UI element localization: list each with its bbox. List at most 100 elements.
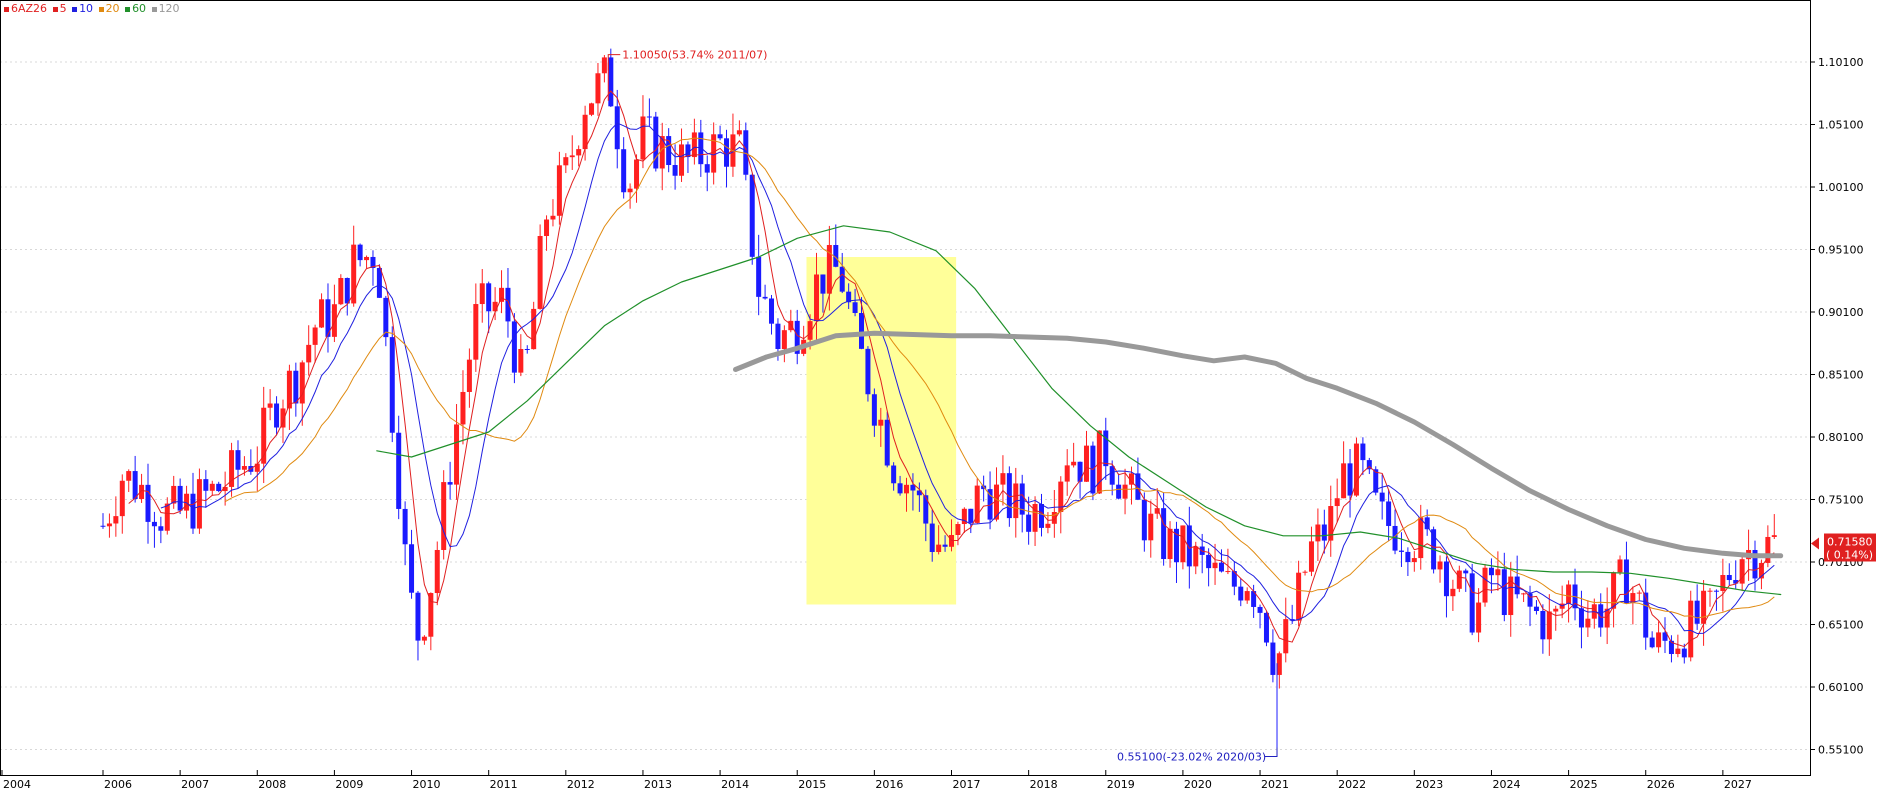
candle-body xyxy=(1026,514,1032,532)
candle-body xyxy=(1617,559,1623,573)
x-tick-label: 2025 xyxy=(1570,778,1598,791)
candle-body xyxy=(1238,586,1244,601)
candle-body xyxy=(904,484,910,494)
candle-body xyxy=(955,524,961,535)
candle-body xyxy=(968,508,974,523)
candle-body xyxy=(556,165,562,216)
legend-ma-120: 120 xyxy=(158,2,180,15)
candle-body xyxy=(1225,571,1231,573)
candle-body xyxy=(216,483,222,492)
candle-body xyxy=(1418,517,1424,559)
y-tick-label: 1.05100 xyxy=(1818,119,1864,132)
candle-body xyxy=(396,432,402,509)
candle-body xyxy=(724,138,730,167)
candle-body xyxy=(640,116,646,160)
candle-body xyxy=(646,116,652,118)
candle-body xyxy=(1713,590,1719,592)
candle-body xyxy=(1553,608,1559,612)
x-tick-label: 2018 xyxy=(1030,778,1058,791)
y-tick-label: 0.80100 xyxy=(1818,431,1864,444)
candle-body xyxy=(421,636,427,641)
candle-body xyxy=(897,483,903,494)
candle-body xyxy=(151,521,157,527)
candle-body xyxy=(1681,648,1687,658)
candle-body xyxy=(544,219,550,237)
candle-body xyxy=(1398,550,1404,552)
candle-body xyxy=(717,134,723,139)
candle-body xyxy=(569,155,575,158)
candle-body xyxy=(402,508,408,545)
candle-body xyxy=(511,321,517,373)
candle-body xyxy=(383,297,389,338)
candle-body xyxy=(1771,535,1777,537)
candle-body xyxy=(1071,461,1077,466)
candle-body xyxy=(126,471,132,481)
candle-body xyxy=(409,544,415,593)
candle-body xyxy=(1109,466,1115,485)
x-tick-label: 2016 xyxy=(875,778,903,791)
candle-body xyxy=(595,73,601,104)
candle-body xyxy=(171,485,177,504)
candle-body xyxy=(1469,573,1475,633)
x-tick-label: 2006 xyxy=(104,778,132,791)
candle-body xyxy=(119,480,125,517)
candle-body xyxy=(1405,551,1411,563)
candle-body xyxy=(460,391,466,425)
low-annotation: 0.55100(-23.02% 2020/03) xyxy=(1117,751,1266,764)
candle-body xyxy=(132,471,138,499)
candle-body xyxy=(196,479,202,529)
candle-body xyxy=(576,149,582,156)
candle-body xyxy=(1578,608,1584,628)
candle-body xyxy=(1675,648,1681,655)
candle-body xyxy=(209,483,215,491)
candle-body xyxy=(923,495,929,524)
candle-body xyxy=(454,424,460,485)
candle-body xyxy=(312,327,318,345)
candle-body xyxy=(1270,642,1276,675)
candle-body xyxy=(1218,562,1224,572)
candle-body xyxy=(936,544,942,553)
candle-body xyxy=(524,348,530,350)
candle-body xyxy=(1456,570,1462,589)
candle-body xyxy=(679,144,685,176)
candle-body xyxy=(1566,584,1572,604)
candle-body xyxy=(1244,591,1250,601)
candle-body xyxy=(1694,600,1700,624)
candle-body xyxy=(1257,606,1263,613)
ma-10-line xyxy=(160,122,1775,635)
y-tick-label: 1.00100 xyxy=(1818,181,1864,194)
candle-body xyxy=(756,256,762,297)
candle-body xyxy=(235,450,241,470)
x-tick-label: 2017 xyxy=(953,778,981,791)
candle-body xyxy=(415,592,421,641)
candle-body xyxy=(177,485,183,511)
candle-body xyxy=(1643,592,1649,638)
candle-body xyxy=(229,450,235,487)
y-tick-label: 0.90100 xyxy=(1818,306,1864,319)
candle-body xyxy=(1083,445,1089,482)
candle-body xyxy=(781,330,787,349)
x-tick-label: 2020 xyxy=(1184,778,1212,791)
candle-body xyxy=(1379,492,1385,502)
y-tick-label: 0.55100 xyxy=(1818,744,1864,757)
candle-body xyxy=(736,130,742,135)
candle-body xyxy=(691,132,697,158)
candle-body xyxy=(1263,612,1269,643)
candle-body xyxy=(190,493,196,529)
candle-body xyxy=(788,320,794,331)
x-tick-label: 2021 xyxy=(1261,778,1289,791)
x-tick-label: 2009 xyxy=(335,778,363,791)
candle-body xyxy=(589,103,595,115)
legend-swatch-icon xyxy=(52,6,58,12)
x-tick-label: 2015 xyxy=(798,778,826,791)
candle-body xyxy=(627,188,633,193)
candle-body xyxy=(891,465,897,484)
candle-body xyxy=(871,394,877,426)
legend: 6AZ26 5 10 20 60 120 xyxy=(4,2,182,15)
legend-ma-10: 10 xyxy=(79,2,94,15)
x-tick-label: 2019 xyxy=(1107,778,1135,791)
candle-body xyxy=(704,164,710,173)
candle-body xyxy=(1315,524,1321,542)
x-tick-label: 2013 xyxy=(644,778,672,791)
candle-body xyxy=(1437,561,1443,570)
